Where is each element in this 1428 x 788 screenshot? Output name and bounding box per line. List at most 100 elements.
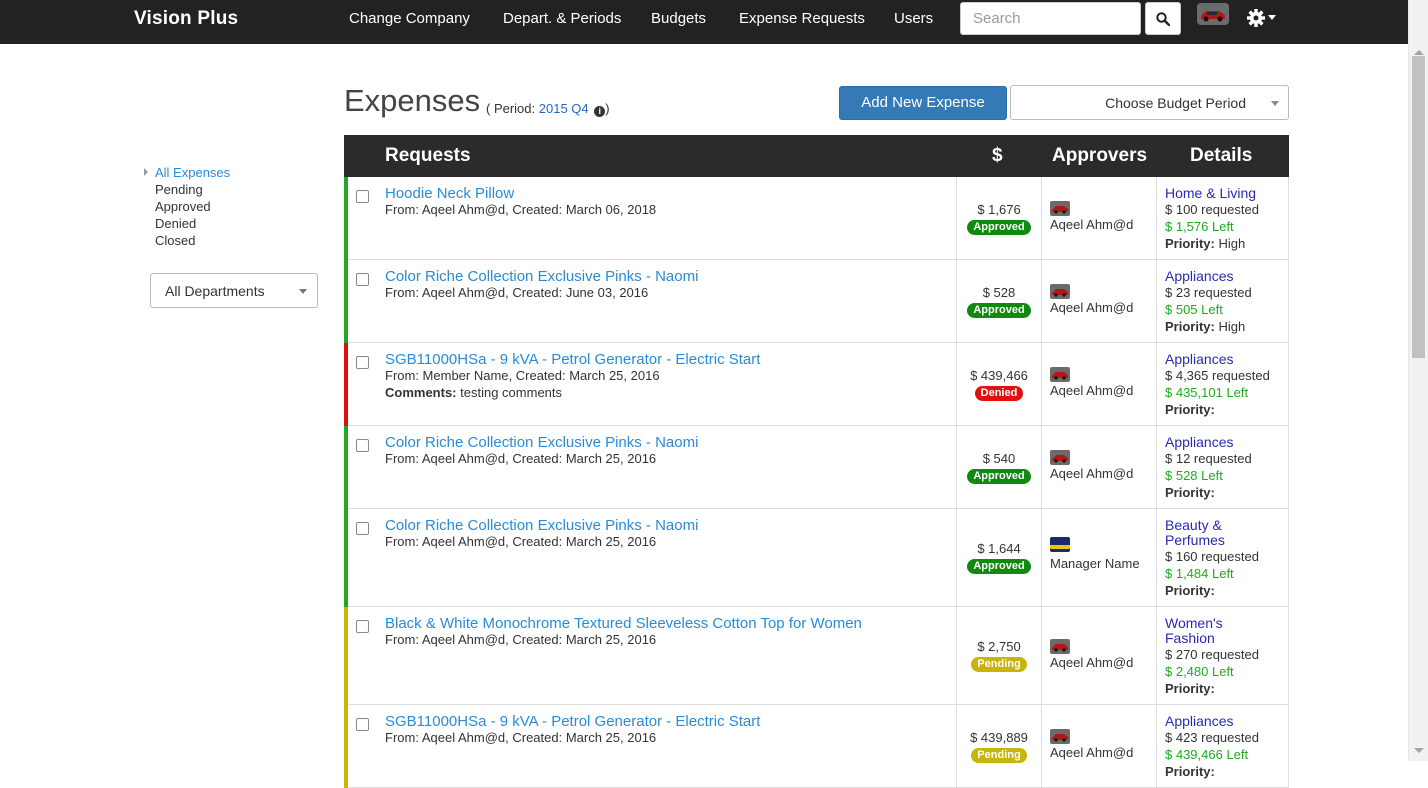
status-indicator bbox=[344, 705, 348, 788]
row-checkbox[interactable] bbox=[356, 439, 369, 452]
approver-cell: Aqeel Ahm@d bbox=[1050, 284, 1133, 315]
category-link[interactable]: Appliances bbox=[1165, 435, 1288, 450]
approver-cell: Aqeel Ahm@d bbox=[1050, 450, 1133, 481]
category-line: Women's bbox=[1165, 615, 1223, 631]
requested-amount: $ 12 requested bbox=[1165, 451, 1252, 466]
request-meta: From: Aqeel Ahm@d, Created: March 25, 20… bbox=[385, 632, 657, 647]
request-title-link[interactable]: Black & White Monochrome Textured Sleeve… bbox=[385, 615, 862, 632]
filter-all-expenses[interactable]: All Expenses bbox=[143, 164, 230, 181]
request-meta: From: Aqeel Ahm@d, Created: March 06, 20… bbox=[385, 202, 657, 217]
request-title-link[interactable]: Hoodie Neck Pillow bbox=[385, 185, 514, 202]
request-title-link[interactable]: Color Riche Collection Exclusive Pinks -… bbox=[385, 517, 698, 534]
filter-closed[interactable]: Closed bbox=[143, 232, 230, 249]
column-requests: Requests bbox=[385, 145, 471, 166]
priority-label: Priority: bbox=[1165, 681, 1215, 696]
filter-approved[interactable]: Approved bbox=[143, 198, 230, 215]
period-link[interactable]: 2015 Q4 bbox=[539, 101, 589, 116]
row-checkbox[interactable] bbox=[356, 356, 369, 369]
request-meta: From: Aqeel Ahm@d, Created: June 03, 201… bbox=[385, 285, 649, 300]
priority-label: Priority: bbox=[1165, 402, 1215, 417]
remaining-amount: $ 528 Left bbox=[1165, 468, 1223, 483]
remaining-amount: $ 1,576 Left bbox=[1165, 219, 1234, 234]
scroll-thumb[interactable] bbox=[1412, 56, 1425, 358]
table-row: Color Riche Collection Exclusive Pinks -… bbox=[344, 260, 1289, 343]
approver-avatar bbox=[1050, 367, 1070, 382]
row-checkbox[interactable] bbox=[356, 718, 369, 731]
requested-amount: $ 160 requested bbox=[1165, 549, 1259, 564]
user-avatar[interactable] bbox=[1197, 3, 1229, 25]
status-filter-list: All Expenses Pending Approved Denied Clo… bbox=[143, 164, 230, 249]
row-checkbox[interactable] bbox=[356, 620, 369, 633]
nav-expense-requests[interactable]: Expense Requests bbox=[739, 10, 865, 27]
nav-users[interactable]: Users bbox=[894, 10, 933, 27]
category-link[interactable]: Beauty & Perfumes bbox=[1165, 518, 1288, 548]
budget-period-select[interactable]: Choose Budget Period bbox=[1010, 85, 1289, 120]
table-row: Color Riche Collection Exclusive Pinks -… bbox=[344, 426, 1289, 509]
category-line: Beauty & bbox=[1165, 517, 1222, 533]
approver-avatar bbox=[1050, 201, 1070, 216]
brand-logo[interactable]: Vision Plus bbox=[134, 8, 238, 30]
amount-cell: $ 540 Approved bbox=[956, 426, 1042, 508]
nav-departments-periods[interactable]: Depart. & Periods bbox=[503, 10, 621, 27]
nav-budgets[interactable]: Budgets bbox=[651, 10, 706, 27]
status-badge: Pending bbox=[971, 657, 1027, 672]
priority-value: High bbox=[1218, 236, 1246, 251]
request-title-link[interactable]: Color Riche Collection Exclusive Pinks -… bbox=[385, 268, 698, 285]
nav-change-company[interactable]: Change Company bbox=[349, 10, 470, 27]
priority: Priority: High bbox=[1165, 235, 1288, 252]
department-select[interactable]: All Departments bbox=[150, 273, 318, 308]
request-title-link[interactable]: SGB11000HSa - 9 kVA - Petrol Generator -… bbox=[385, 713, 760, 730]
request-comment: Comments: testing comments bbox=[385, 385, 562, 400]
requested-amount: $ 423 requested bbox=[1165, 730, 1259, 745]
approver-cell: Aqeel Ahm@d bbox=[1050, 729, 1133, 760]
approver-name: Aqeel Ahm@d bbox=[1050, 745, 1134, 760]
request-meta: From: Member Name, Created: March 25, 20… bbox=[385, 368, 660, 383]
car-avatar-image bbox=[1197, 3, 1229, 25]
amount-value: $ 528 bbox=[982, 285, 1016, 300]
approver-name: Manager Name bbox=[1050, 556, 1140, 571]
requested-amount: $ 23 requested bbox=[1165, 285, 1252, 300]
status-indicator bbox=[344, 177, 348, 260]
status-badge: Approved bbox=[967, 303, 1031, 318]
amount-cell: $ 1,644 Approved bbox=[956, 509, 1042, 606]
approver-name: Aqeel Ahm@d bbox=[1050, 466, 1134, 481]
add-new-expense-button[interactable]: Add New Expense bbox=[839, 86, 1007, 120]
row-checkbox[interactable] bbox=[356, 190, 369, 203]
row-checkbox[interactable] bbox=[356, 522, 369, 535]
chevron-down-icon bbox=[1268, 15, 1276, 20]
category-link[interactable]: Appliances bbox=[1165, 269, 1288, 284]
amount-value: $ 2,750 bbox=[977, 639, 1021, 654]
request-meta: From: Aqeel Ahm@d, Created: March 25, 20… bbox=[385, 534, 657, 549]
requested-amount: $ 100 requested bbox=[1165, 202, 1259, 217]
expenses-table: Requests $ Approvers Details Hoodie Neck… bbox=[344, 135, 1289, 788]
request-title-link[interactable]: Color Riche Collection Exclusive Pinks -… bbox=[385, 434, 698, 451]
approver-avatar bbox=[1050, 284, 1070, 299]
page-title: Expenses bbox=[344, 83, 481, 118]
request-meta: From: Aqeel Ahm@d, Created: March 25, 20… bbox=[385, 730, 657, 745]
info-icon[interactable]: i bbox=[594, 106, 606, 117]
amount-cell: $ 528 Approved bbox=[956, 260, 1042, 342]
status-indicator bbox=[344, 343, 348, 426]
settings-menu[interactable] bbox=[1246, 7, 1276, 29]
table-row: SGB11000HSa - 9 kVA - Petrol Generator -… bbox=[344, 705, 1289, 788]
table-row: Black & White Monochrome Textured Sleeve… bbox=[344, 607, 1289, 705]
status-indicator bbox=[344, 509, 348, 607]
car-avatar-image bbox=[1050, 201, 1070, 216]
page-scrollbar[interactable] bbox=[1408, 0, 1428, 761]
filter-denied[interactable]: Denied bbox=[143, 215, 230, 232]
category-link[interactable]: Appliances bbox=[1165, 352, 1288, 367]
category-link[interactable]: Women's Fashion bbox=[1165, 616, 1288, 646]
category-link[interactable]: Appliances bbox=[1165, 714, 1288, 729]
search-input[interactable] bbox=[960, 2, 1141, 35]
category-line: Fashion bbox=[1165, 630, 1215, 646]
request-meta: From: Aqeel Ahm@d, Created: March 25, 20… bbox=[385, 451, 657, 466]
category-link[interactable]: Home & Living bbox=[1165, 186, 1288, 201]
row-checkbox[interactable] bbox=[356, 273, 369, 286]
approver-name: Aqeel Ahm@d bbox=[1050, 300, 1134, 315]
filter-pending[interactable]: Pending bbox=[143, 181, 230, 198]
chevron-down-icon bbox=[1271, 101, 1279, 106]
request-title-link[interactable]: SGB11000HSa - 9 kVA - Petrol Generator -… bbox=[385, 351, 760, 368]
amount-value: $ 439,466 bbox=[970, 368, 1028, 383]
details-cell: Appliances $ 423 requested $ 439,466 Lef… bbox=[1156, 705, 1288, 787]
search-button[interactable] bbox=[1145, 2, 1181, 35]
